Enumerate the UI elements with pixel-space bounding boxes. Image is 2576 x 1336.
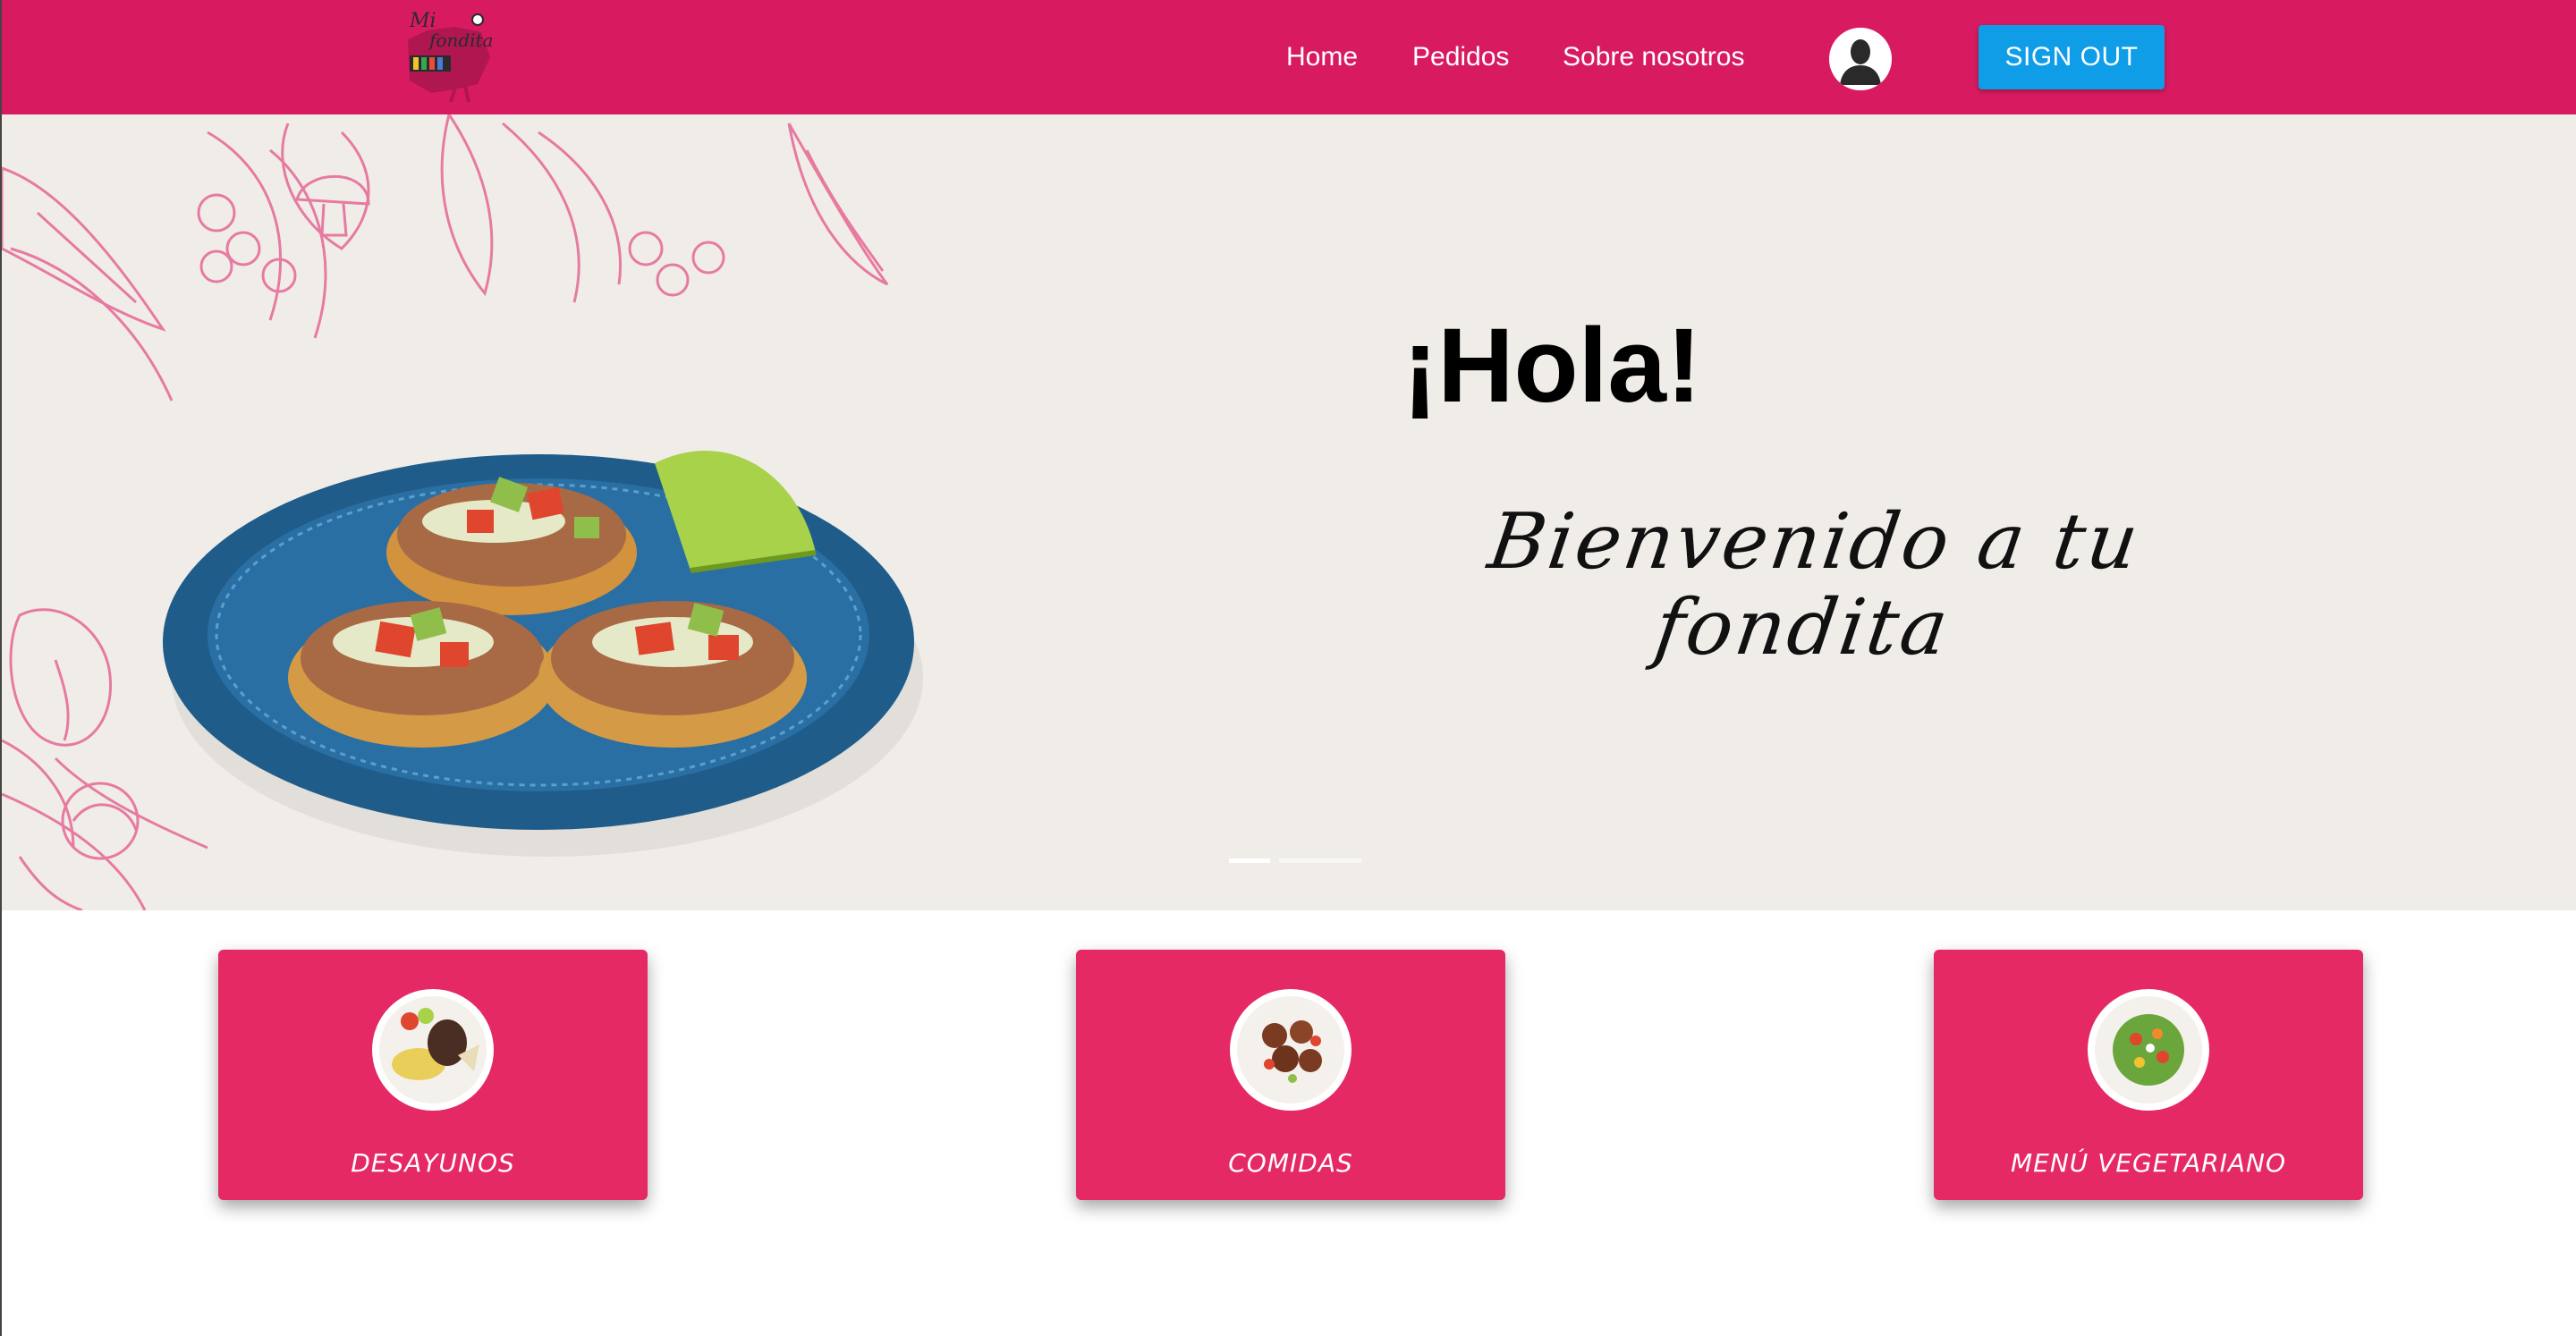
meatballs-plate-image bbox=[1230, 989, 1352, 1111]
category-label: COMIDAS bbox=[1228, 1148, 1353, 1178]
sopes-plate-image bbox=[163, 451, 923, 857]
carousel-indicator-3[interactable] bbox=[1320, 858, 1361, 863]
category-label: MENÚ VEGETARIANO bbox=[2011, 1148, 2286, 1178]
avatar[interactable] bbox=[1829, 28, 1892, 90]
user-silhouette-icon bbox=[1829, 28, 1892, 90]
mi-fondita-logo[interactable]: Mi fondita bbox=[392, 4, 499, 104]
category-card-menu-vegetariano[interactable]: MENÚ VEGETARIANO bbox=[1934, 950, 2363, 1200]
navbar: Mi fondita Home Pedidos Sobre nosotros S… bbox=[2, 0, 2576, 114]
carousel-indicators bbox=[1229, 858, 1361, 864]
category-card-desayunos[interactable]: DESAYUNOS bbox=[218, 950, 648, 1200]
hero-subtitle: Bienvenido a tu fondita bbox=[1483, 497, 2147, 672]
sign-out-button[interactable]: SIGN OUT bbox=[1979, 25, 2165, 89]
svg-text:fondita: fondita bbox=[428, 30, 493, 51]
carousel-indicator-1[interactable] bbox=[1229, 858, 1270, 863]
hero-title: ¡Hola! bbox=[1402, 307, 1702, 425]
breakfast-plate-image bbox=[372, 989, 494, 1111]
nav-link-home[interactable]: Home bbox=[1286, 38, 1358, 77]
nav-link-pedidos[interactable]: Pedidos bbox=[1412, 38, 1509, 77]
category-card-comidas[interactable]: COMIDAS bbox=[1076, 950, 1505, 1200]
carousel-indicator-2[interactable] bbox=[1279, 858, 1320, 863]
page: Mi fondita Home Pedidos Sobre nosotros S… bbox=[0, 0, 2576, 1336]
nav-link-sobre-nosotros[interactable]: Sobre nosotros bbox=[1563, 38, 1744, 77]
hero-carousel: ¡Hola! Bienvenido a tu fondita bbox=[2, 114, 2576, 910]
salad-plate-image bbox=[2088, 989, 2209, 1111]
category-label: DESAYUNOS bbox=[351, 1148, 515, 1178]
